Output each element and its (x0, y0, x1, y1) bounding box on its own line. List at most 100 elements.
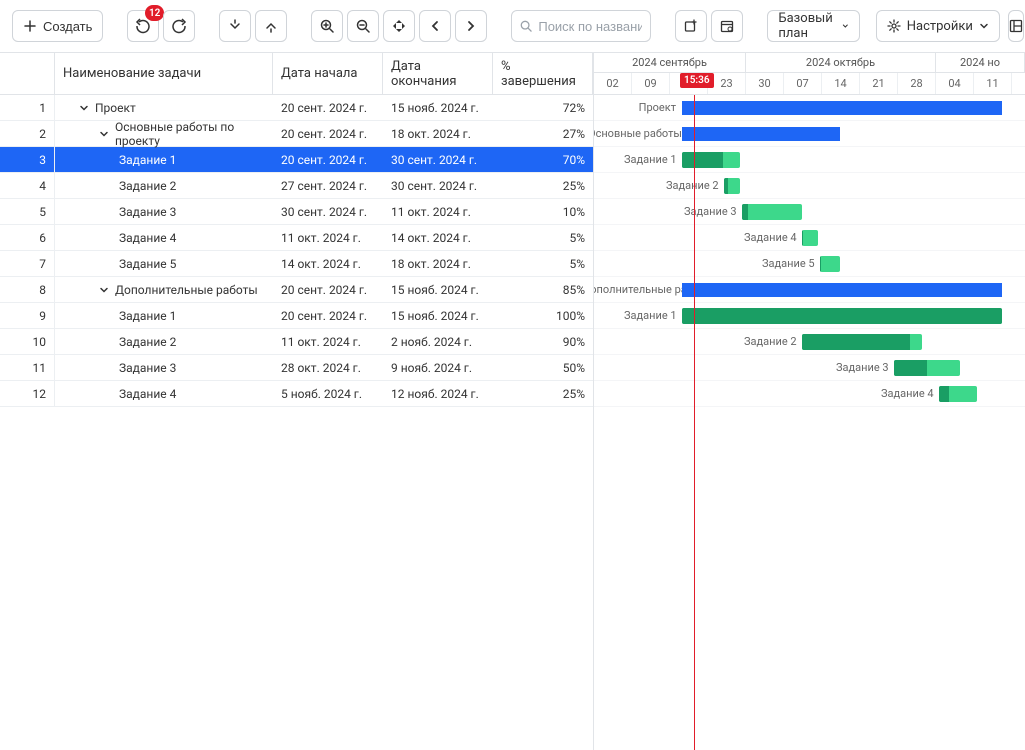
redo-button[interactable] (163, 10, 195, 42)
table-row[interactable]: 11 Задание 3 28 окт. 2024 г. 9 нояб. 202… (0, 355, 593, 381)
end-date-cell[interactable]: 9 нояб. 2024 г. (383, 355, 493, 380)
end-date-cell[interactable]: 2 нояб. 2024 г. (383, 329, 493, 354)
task-name-cell[interactable]: Задание 1 (55, 147, 273, 172)
task-name-cell[interactable]: Задание 2 (55, 329, 273, 354)
collapse-all-button[interactable] (255, 10, 287, 42)
table-row[interactable]: 9 Задание 1 20 сент. 2024 г. 15 нояб. 20… (0, 303, 593, 329)
layout-button[interactable] (1008, 10, 1024, 42)
task-bar[interactable] (742, 204, 802, 220)
calendar-button[interactable] (711, 10, 743, 42)
task-name-cell[interactable]: Задание 2 (55, 173, 273, 198)
search-input[interactable] (538, 19, 642, 34)
table-row[interactable]: 3 Задание 1 20 сент. 2024 г. 30 сент. 20… (0, 147, 593, 173)
baseline-dropdown[interactable]: Базовый план (767, 10, 859, 42)
task-name-cell[interactable]: Основные работы по проекту (55, 121, 273, 146)
task-bar[interactable] (894, 360, 960, 376)
start-date-cell[interactable]: 20 сент. 2024 г. (273, 303, 383, 328)
task-bar[interactable] (820, 256, 840, 272)
task-bar[interactable] (802, 230, 818, 246)
end-date-cell[interactable]: 18 окт. 2024 г. (383, 251, 493, 276)
pct-cell[interactable]: 5% (493, 225, 593, 250)
end-date-cell[interactable]: 18 окт. 2024 г. (383, 121, 493, 146)
end-date-cell[interactable]: 14 окт. 2024 г. (383, 225, 493, 250)
task-name-cell[interactable]: Задание 4 (55, 225, 273, 250)
table-row[interactable]: 8 Дополнительные работы 20 сент. 2024 г.… (0, 277, 593, 303)
start-date-cell[interactable]: 11 окт. 2024 г. (273, 329, 383, 354)
expand-down-icon (228, 19, 242, 33)
task-bar[interactable] (724, 178, 740, 194)
pct-cell[interactable]: 25% (493, 173, 593, 198)
table-row[interactable]: 1 Проект 20 сент. 2024 г. 15 нояб. 2024 … (0, 95, 593, 121)
start-date-cell[interactable]: 5 нояб. 2024 г. (273, 381, 383, 406)
start-date-cell[interactable]: 20 сент. 2024 г. (273, 277, 383, 302)
end-date-cell[interactable]: 11 окт. 2024 г. (383, 199, 493, 224)
start-date-cell[interactable]: 14 окт. 2024 г. (273, 251, 383, 276)
task-bar[interactable] (939, 386, 977, 402)
pct-cell[interactable]: 90% (493, 329, 593, 354)
start-date-cell[interactable]: 20 сент. 2024 г. (273, 121, 383, 146)
gantt-task-label: Задание 2 (744, 335, 796, 348)
zoom-out-button[interactable] (347, 10, 379, 42)
next-button[interactable] (455, 10, 487, 42)
end-date-cell[interactable]: 15 нояб. 2024 г. (383, 277, 493, 302)
table-row[interactable]: 4 Задание 2 27 сент. 2024 г. 30 сент. 20… (0, 173, 593, 199)
pct-cell[interactable]: 50% (493, 355, 593, 380)
collapse-up-icon (264, 19, 278, 33)
task-name-cell[interactable]: Задание 5 (55, 251, 273, 276)
table-row[interactable]: 2 Основные работы по проекту 20 сент. 20… (0, 121, 593, 147)
pct-cell[interactable]: 27% (493, 121, 593, 146)
undo-button[interactable]: 12 (127, 10, 159, 42)
col-end[interactable]: Дата окончания (383, 53, 493, 94)
end-date-cell[interactable]: 15 нояб. 2024 г. (383, 303, 493, 328)
table-row[interactable]: 7 Задание 5 14 окт. 2024 г. 18 окт. 2024… (0, 251, 593, 277)
summary-bar[interactable] (682, 127, 840, 141)
pct-cell[interactable]: 72% (493, 95, 593, 120)
summary-bar[interactable] (682, 283, 1002, 297)
gantt-task-label: Задание 2 (666, 179, 718, 192)
start-date-cell[interactable]: 20 сент. 2024 г. (273, 95, 383, 120)
col-name[interactable]: Наименование задачи (55, 53, 273, 94)
task-bar[interactable] (802, 334, 922, 350)
start-date-cell[interactable]: 27 сент. 2024 г. (273, 173, 383, 198)
start-date-cell[interactable]: 30 сент. 2024 г. (273, 199, 383, 224)
pct-cell[interactable]: 10% (493, 199, 593, 224)
expand-all-button[interactable] (219, 10, 251, 42)
start-date-cell[interactable]: 28 окт. 2024 г. (273, 355, 383, 380)
pct-cell[interactable]: 70% (493, 147, 593, 172)
end-date-cell[interactable]: 30 сент. 2024 г. (383, 173, 493, 198)
task-name-cell[interactable]: Задание 1 (55, 303, 273, 328)
expand-toggle[interactable] (99, 285, 109, 295)
end-date-cell[interactable]: 30 сент. 2024 г. (383, 147, 493, 172)
col-pct[interactable]: % завершения (493, 53, 593, 94)
task-name-cell[interactable]: Проект (55, 95, 273, 120)
start-date-cell[interactable]: 11 окт. 2024 г. (273, 225, 383, 250)
create-button[interactable]: Создать (12, 10, 103, 42)
prev-button[interactable] (419, 10, 451, 42)
task-name-cell[interactable]: Задание 3 (55, 199, 273, 224)
pct-cell[interactable]: 25% (493, 381, 593, 406)
add-resource-button[interactable] (675, 10, 707, 42)
end-date-cell[interactable]: 12 нояб. 2024 г. (383, 381, 493, 406)
task-bar[interactable] (682, 152, 740, 168)
settings-dropdown[interactable]: Настройки (876, 10, 1000, 42)
start-date-cell[interactable]: 20 сент. 2024 г. (273, 147, 383, 172)
table-row[interactable]: 5 Задание 3 30 сент. 2024 г. 11 окт. 202… (0, 199, 593, 225)
task-name-cell[interactable]: Задание 4 (55, 381, 273, 406)
expand-toggle[interactable] (79, 103, 89, 113)
table-row[interactable]: 10 Задание 2 11 окт. 2024 г. 2 нояб. 202… (0, 329, 593, 355)
summary-bar[interactable] (682, 101, 1002, 115)
task-bar[interactable] (682, 308, 1002, 324)
end-date-cell[interactable]: 15 нояб. 2024 г. (383, 95, 493, 120)
search-input-wrap[interactable] (511, 10, 651, 42)
zoom-fit-button[interactable] (383, 10, 415, 42)
task-name-cell[interactable]: Дополнительные работы (55, 277, 273, 302)
table-row[interactable]: 12 Задание 4 5 нояб. 2024 г. 12 нояб. 20… (0, 381, 593, 407)
expand-toggle[interactable] (99, 129, 109, 139)
pct-cell[interactable]: 5% (493, 251, 593, 276)
col-start[interactable]: Дата начала (273, 53, 383, 94)
task-name-cell[interactable]: Задание 3 (55, 355, 273, 380)
zoom-in-button[interactable] (311, 10, 343, 42)
pct-cell[interactable]: 85% (493, 277, 593, 302)
pct-cell[interactable]: 100% (493, 303, 593, 328)
table-row[interactable]: 6 Задание 4 11 окт. 2024 г. 14 окт. 2024… (0, 225, 593, 251)
